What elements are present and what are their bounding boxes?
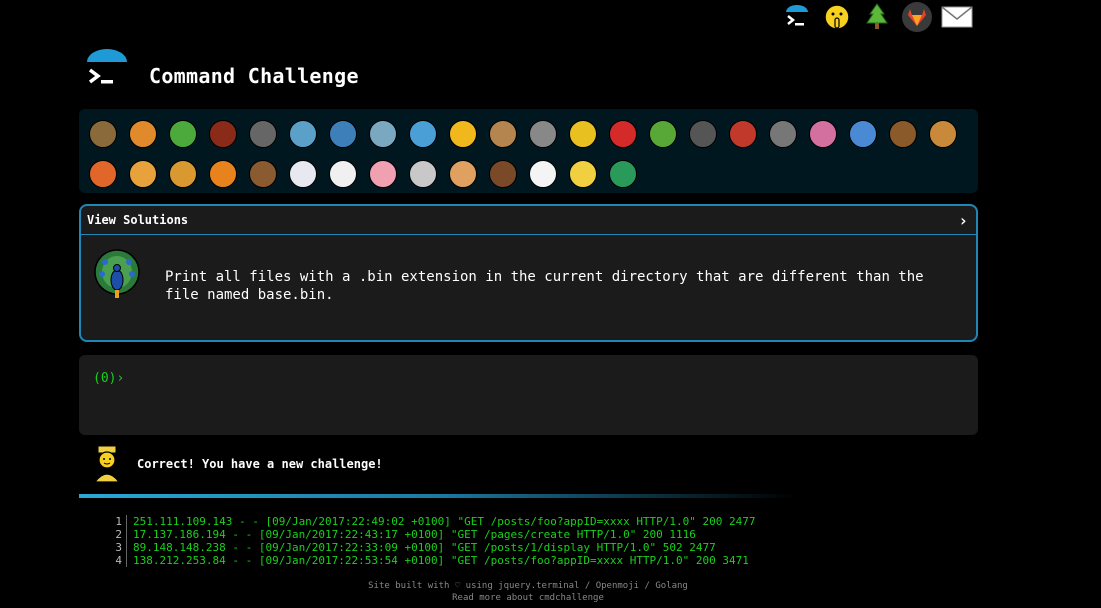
log-line-text: 89.148.148.238 - - [09/Jan/2017:22:33:09… bbox=[133, 541, 716, 554]
log-line-text: 17.137.186.194 - - [09/Jan/2017:22:43:17… bbox=[133, 528, 696, 541]
spider-web-icon[interactable] bbox=[245, 116, 281, 152]
page-title: Command Challenge bbox=[149, 64, 359, 88]
log-line-number: 2 bbox=[110, 528, 127, 541]
challenge-description: Print all files with a .bin extension in… bbox=[165, 269, 924, 303]
logo-icon bbox=[84, 48, 130, 94]
lion-icon[interactable] bbox=[165, 156, 201, 192]
shark-icon[interactable] bbox=[325, 116, 361, 152]
log-line-number: 3 bbox=[110, 541, 127, 554]
bee-icon[interactable] bbox=[565, 116, 601, 152]
caterpillar-icon[interactable] bbox=[165, 116, 201, 152]
log-line: 3 89.148.148.238 - - [09/Jan/2017:22:33:0… bbox=[110, 541, 756, 554]
tiger-icon[interactable] bbox=[205, 156, 241, 192]
snail-icon[interactable] bbox=[85, 116, 121, 152]
bear-icon[interactable] bbox=[485, 156, 521, 192]
blowfish-icon[interactable] bbox=[485, 116, 521, 152]
whale-icon[interactable] bbox=[285, 116, 321, 152]
top-icon-bar bbox=[780, 2, 974, 32]
wolf-icon[interactable] bbox=[525, 116, 561, 152]
hamster-icon[interactable] bbox=[445, 156, 481, 192]
log-line: 1 251.111.109.143 - - [09/Jan/2017:22:49:… bbox=[110, 515, 756, 528]
view-solutions-label: View Solutions bbox=[87, 213, 189, 227]
terminal-prompt: (0)› bbox=[93, 371, 125, 386]
chick-icon[interactable] bbox=[565, 156, 601, 192]
cat-icon[interactable] bbox=[125, 156, 161, 192]
tropical-fish-icon[interactable] bbox=[445, 116, 481, 152]
terminal-input-area[interactable]: (0)› bbox=[79, 355, 978, 435]
cricket-icon[interactable] bbox=[645, 116, 681, 152]
dog-icon[interactable] bbox=[925, 116, 961, 152]
log-line: 2 17.137.186.194 - - [09/Jan/2017:22:43:1… bbox=[110, 528, 756, 541]
footer: Site built with ♡ using jquery.terminal … bbox=[0, 580, 1056, 604]
tree-icon[interactable] bbox=[860, 2, 894, 32]
peacock-icon[interactable] bbox=[605, 156, 641, 192]
scorpion-icon[interactable] bbox=[725, 116, 761, 152]
pig-icon[interactable] bbox=[365, 156, 401, 192]
view-solutions-toggle[interactable]: View Solutions › bbox=[81, 206, 976, 235]
ladybug-icon[interactable] bbox=[605, 116, 641, 152]
challenge-icon-strip bbox=[79, 109, 978, 193]
status-message: Correct! You have a new challenge! bbox=[137, 457, 383, 471]
mosquito-icon[interactable] bbox=[685, 116, 721, 152]
terminal-icon[interactable] bbox=[780, 2, 814, 32]
shushing-face-icon[interactable] bbox=[820, 2, 854, 32]
monkey-icon[interactable] bbox=[885, 116, 921, 152]
fly-icon[interactable] bbox=[765, 116, 801, 152]
dolphin-icon[interactable] bbox=[365, 116, 401, 152]
fox-icon[interactable] bbox=[85, 156, 121, 192]
microbe-icon[interactable] bbox=[845, 116, 881, 152]
unicorn-icon[interactable] bbox=[285, 156, 321, 192]
log-line-text: 138.212.253.84 - - [09/Jan/2017:22:53:54… bbox=[133, 554, 749, 567]
log-line-number: 4 bbox=[110, 554, 127, 567]
panda-icon[interactable] bbox=[525, 156, 561, 192]
horse-icon[interactable] bbox=[245, 156, 281, 192]
gitlab-icon[interactable] bbox=[900, 2, 934, 32]
genie-avatar-icon bbox=[89, 444, 125, 484]
chevron-right-icon: › bbox=[958, 210, 968, 230]
challenge-panel: View Solutions › Print all files with a … bbox=[79, 204, 978, 342]
mouse-icon[interactable] bbox=[405, 156, 441, 192]
footer-read-more-link[interactable]: Read more about cmdchallenge bbox=[0, 592, 1056, 604]
peacock-icon bbox=[93, 248, 141, 300]
butterfly-icon[interactable] bbox=[125, 116, 161, 152]
log-line: 4 138.212.253.84 - - [09/Jan/2017:22:53:5… bbox=[110, 554, 756, 567]
fish-icon[interactable] bbox=[405, 116, 441, 152]
example-log-file: 1 251.111.109.143 - - [09/Jan/2017:22:49:… bbox=[110, 515, 756, 567]
footer-credits-link[interactable]: Site built with ♡ using jquery.terminal … bbox=[0, 580, 1056, 592]
log-line-number: 1 bbox=[110, 515, 127, 528]
mail-icon[interactable] bbox=[940, 2, 974, 32]
cow-icon[interactable] bbox=[325, 156, 361, 192]
ant-icon[interactable] bbox=[205, 116, 241, 152]
log-line-text: 251.111.109.143 - - [09/Jan/2017:22:49:0… bbox=[133, 515, 756, 528]
progress-divider bbox=[79, 494, 978, 498]
worm-icon[interactable] bbox=[805, 116, 841, 152]
